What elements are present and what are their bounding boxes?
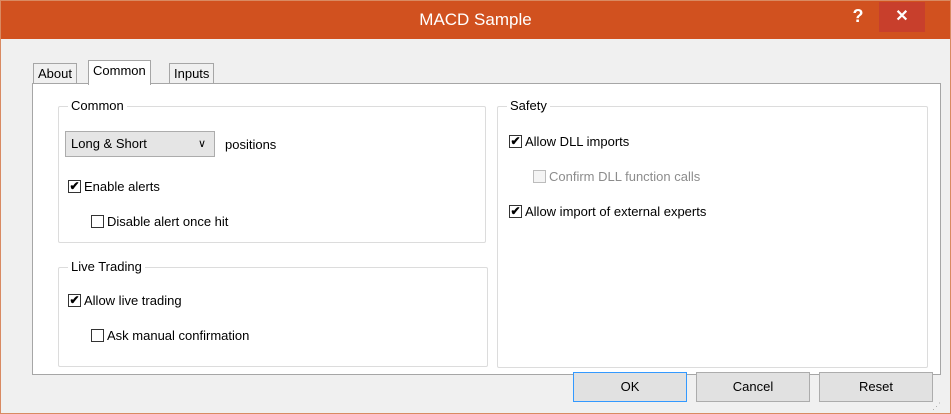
common-group-title: Common: [68, 98, 127, 113]
reset-button[interactable]: Reset: [819, 372, 933, 402]
check-icon: ✔: [68, 179, 81, 193]
checkbox-empty-icon: [91, 329, 104, 342]
title-bar[interactable]: MACD Sample ? ✕: [1, 1, 950, 39]
disable-alert-label: Disable alert once hit: [107, 214, 229, 229]
cancel-button[interactable]: Cancel: [696, 372, 810, 402]
ask-manual-confirmation-label: Ask manual confirmation: [107, 328, 250, 343]
close-button[interactable]: ✕: [879, 2, 925, 32]
confirm-dll-calls-checkbox: Confirm DLL function calls: [533, 169, 700, 184]
tab-inputs[interactable]: Inputs: [169, 63, 215, 85]
allow-live-trading-checkbox[interactable]: ✔ Allow live trading: [68, 293, 182, 308]
allow-import-experts-label: Allow import of external experts: [525, 204, 707, 219]
ask-manual-confirmation-checkbox[interactable]: Ask manual confirmation: [91, 328, 249, 343]
window-title: MACD Sample: [419, 10, 532, 29]
tab-common[interactable]: Common: [88, 60, 151, 85]
check-icon: ✔: [509, 204, 522, 218]
help-button[interactable]: ?: [844, 4, 872, 32]
checkbox-empty-icon: [533, 170, 546, 183]
close-icon: ✕: [895, 8, 909, 25]
tab-about[interactable]: About: [33, 63, 77, 85]
live-trading-group: Live Trading: [58, 259, 488, 367]
enable-alerts-checkbox[interactable]: ✔ Enable alerts: [68, 179, 160, 194]
allow-import-experts-checkbox[interactable]: ✔ Allow import of external experts: [509, 204, 706, 219]
enable-alerts-label: Enable alerts: [84, 179, 160, 194]
ok-button[interactable]: OK: [573, 372, 687, 402]
positions-select[interactable]: Long & Short ∨: [65, 131, 215, 157]
dialog-window: MACD Sample ? ✕ About Common Inputs Comm…: [0, 0, 951, 414]
live-trading-group-title: Live Trading: [68, 259, 145, 274]
allow-live-trading-label: Allow live trading: [84, 293, 182, 308]
positions-select-value: Long & Short: [71, 136, 147, 151]
positions-label: positions: [225, 137, 277, 152]
safety-group-title: Safety: [507, 98, 550, 113]
disable-alert-checkbox[interactable]: Disable alert once hit: [91, 214, 228, 229]
check-icon: ✔: [509, 134, 522, 148]
allow-dll-imports-checkbox[interactable]: ✔ Allow DLL imports: [509, 134, 629, 149]
check-icon: ✔: [68, 293, 81, 307]
resize-grip-icon[interactable]: ⋰: [932, 401, 944, 411]
allow-dll-imports-label: Allow DLL imports: [525, 134, 630, 149]
chevron-down-icon: ∨: [197, 138, 206, 150]
confirm-dll-calls-label: Confirm DLL function calls: [549, 169, 701, 184]
checkbox-empty-icon: [91, 215, 104, 228]
